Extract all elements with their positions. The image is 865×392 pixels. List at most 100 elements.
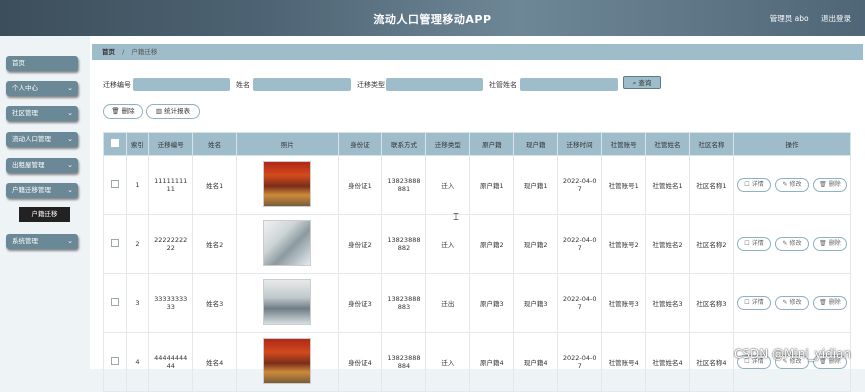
logout-link[interactable]: 退出登录: [821, 14, 851, 23]
pencil-icon: ✎: [782, 240, 788, 247]
cell-name: 姓名4: [192, 332, 238, 392]
cell-origin: 原户籍4: [469, 332, 515, 392]
mouse-cursor-icon: ⌶: [453, 212, 459, 223]
row-checkbox[interactable]: [103, 155, 127, 215]
cell-community: 社区名称2: [689, 214, 734, 274]
sidebar-item-floating[interactable]: 流动人口管理 ⌄: [6, 132, 78, 147]
cell-phone: 13823888884: [381, 332, 427, 392]
checkbox-icon: [110, 180, 119, 188]
checkbox-icon: [110, 139, 119, 147]
cell-id-card: 身份证3: [337, 273, 383, 333]
sidebar: 首页 个人中心 ⌄ 社区管理 ⌄ 流动人口管理 ⌄ 出租屋管理 ⌄ 户籍迁移管理…: [0, 36, 90, 369]
cell-admin-name: 社管姓名2: [645, 214, 690, 274]
operations-cell: ☐ 详情 ✎ 修改 🗑 删除: [733, 332, 851, 392]
delete-button[interactable]: 🗑 删除: [813, 237, 847, 251]
cell-id-card: 身份证4: [337, 332, 383, 392]
sidebar-item-label: 出租屋管理: [12, 161, 45, 169]
delete-button[interactable]: 🗑 删除: [813, 178, 847, 192]
sidebar-item-personal[interactable]: 个人中心 ⌄: [6, 81, 78, 96]
trash-icon: 🗑: [819, 240, 827, 247]
cell-code: 4444444444: [148, 332, 194, 392]
photo-image: [263, 338, 312, 384]
checkbox-icon: [110, 298, 119, 306]
pencil-icon: ✎: [782, 181, 788, 188]
main-content: 首页 / 户籍迁移 迁移编号 姓名 迁移类型 社管姓名 ⌕ 查询 🗑 删除 ▥ …: [90, 36, 865, 392]
batch-delete-button[interactable]: 🗑 删除: [103, 104, 143, 119]
table-row[interactable]: 1 1111111111 姓名1 身份证1 13823888881 迁入 原户籍1 现户籍1 2…: [103, 155, 851, 215]
sidebar-item-rental[interactable]: 出租屋管理 ⌄: [6, 158, 78, 173]
column-header: 迁移时间: [557, 132, 603, 156]
sidebar-item-migration[interactable]: 户籍迁移管理 ⌄: [6, 183, 78, 198]
photo-cell: [236, 332, 339, 392]
column-header: 社管姓名: [645, 132, 690, 156]
row-checkbox[interactable]: [103, 332, 127, 392]
detail-button[interactable]: ☐ 详情: [737, 178, 771, 192]
search-input-admin[interactable]: [520, 78, 618, 91]
trash-icon: 🗑: [111, 107, 120, 115]
cell-type: 迁入: [425, 155, 471, 215]
cell-origin: 原户籍2: [469, 214, 515, 274]
edit-button[interactable]: ✎ 修改: [775, 178, 809, 192]
cell-phone: 13823888882: [381, 214, 427, 274]
cell-admin-acc: 社管账号2: [601, 214, 647, 274]
operations-cell: ☐ 详情 ✎ 修改 🗑 删除: [733, 155, 851, 215]
row-checkbox[interactable]: [103, 214, 127, 274]
delete-button[interactable]: 🗑 删除: [813, 296, 847, 310]
user-label: 管理员 abo: [769, 14, 809, 23]
cell-time: 2022-04-07: [557, 273, 603, 333]
sidebar-item-system[interactable]: 系统管理 ⌄: [6, 234, 78, 249]
cell-community: 社区名称3: [689, 273, 734, 333]
table-row[interactable]: 2 2222222222 姓名2 身份证2 13823888882 迁入 原户籍2 现户籍2 2…: [103, 214, 851, 274]
cell-origin: 原户籍1: [469, 155, 515, 215]
search-input-name[interactable]: [253, 78, 351, 91]
sidebar-item-home[interactable]: 首页: [6, 56, 78, 71]
app-header: 流动人口管理移动APP 管理员 abo 退出登录: [0, 0, 865, 36]
column-header: 操作: [733, 132, 851, 156]
delete-button-label: 删除: [828, 240, 841, 247]
search-button[interactable]: ⌕ 查询: [623, 76, 661, 89]
chevron-down-icon: ⌄: [67, 237, 73, 245]
photo-image: [263, 279, 312, 325]
sidebar-subitem-migration[interactable]: 户籍迁移: [19, 207, 70, 222]
table-row[interactable]: 4 4444444444 姓名4 身份证4 13823888884 迁入 原户籍4 现户籍4 2…: [103, 332, 851, 392]
document-icon: ☐: [744, 240, 750, 247]
photo-image: [263, 161, 312, 207]
edit-button[interactable]: ✎ 修改: [775, 237, 809, 251]
statistics-report-button[interactable]: ▥ 统计报表: [146, 104, 200, 119]
table-row[interactable]: 3 3333333333 姓名3 身份证3 13823888883 迁出 原户籍3 现户籍3 2…: [103, 273, 851, 333]
document-icon: ☐: [744, 181, 750, 188]
batch-delete-label: 删除: [121, 107, 135, 115]
edit-button-label: 修改: [789, 181, 802, 188]
column-header: 原户籍: [469, 132, 515, 156]
sidebar-item-community[interactable]: 社区管理 ⌄: [6, 106, 78, 121]
cell-admin-acc: 社管账号4: [601, 332, 647, 392]
cell-admin-name: 社管姓名3: [645, 273, 690, 333]
detail-button[interactable]: ☐ 详情: [737, 237, 771, 251]
column-header: 姓名: [192, 132, 238, 156]
breadcrumb-current: 户籍迁移: [131, 48, 158, 56]
cell-id-card: 身份证2: [337, 214, 383, 274]
checkbox-icon: [110, 357, 119, 365]
breadcrumb-separator: /: [122, 48, 125, 56]
chevron-down-icon: ⌄: [67, 135, 73, 143]
statistics-report-label: 统计报表: [164, 107, 191, 115]
edit-button[interactable]: ✎ 修改: [775, 296, 809, 310]
cell-type: 迁入: [425, 214, 471, 274]
chevron-down-icon: ⌄: [67, 84, 73, 92]
detail-button[interactable]: ☐ 详情: [737, 296, 771, 310]
cell-admin-acc: 社管账号3: [601, 273, 647, 333]
cell-code: 1111111111: [148, 155, 194, 215]
select-all-checkbox[interactable]: [103, 132, 127, 156]
search-input-type[interactable]: [386, 78, 483, 91]
breadcrumb-home[interactable]: 首页: [102, 48, 115, 56]
header-user-area: 管理员 abo 退出登录: [760, 13, 851, 24]
sidebar-item-label: 社区管理: [12, 109, 38, 117]
search-button-label: 查询: [638, 79, 652, 87]
search-input-code[interactable]: [133, 78, 230, 91]
cell-id-card: 身份证1: [337, 155, 383, 215]
chevron-down-icon: ⌄: [67, 161, 73, 169]
cell-origin: 原户籍3: [469, 273, 515, 333]
watermark: CSDN @Mini_yidian: [734, 347, 851, 361]
row-checkbox[interactable]: [103, 273, 127, 333]
cell-current: 现户籍2: [513, 214, 559, 274]
